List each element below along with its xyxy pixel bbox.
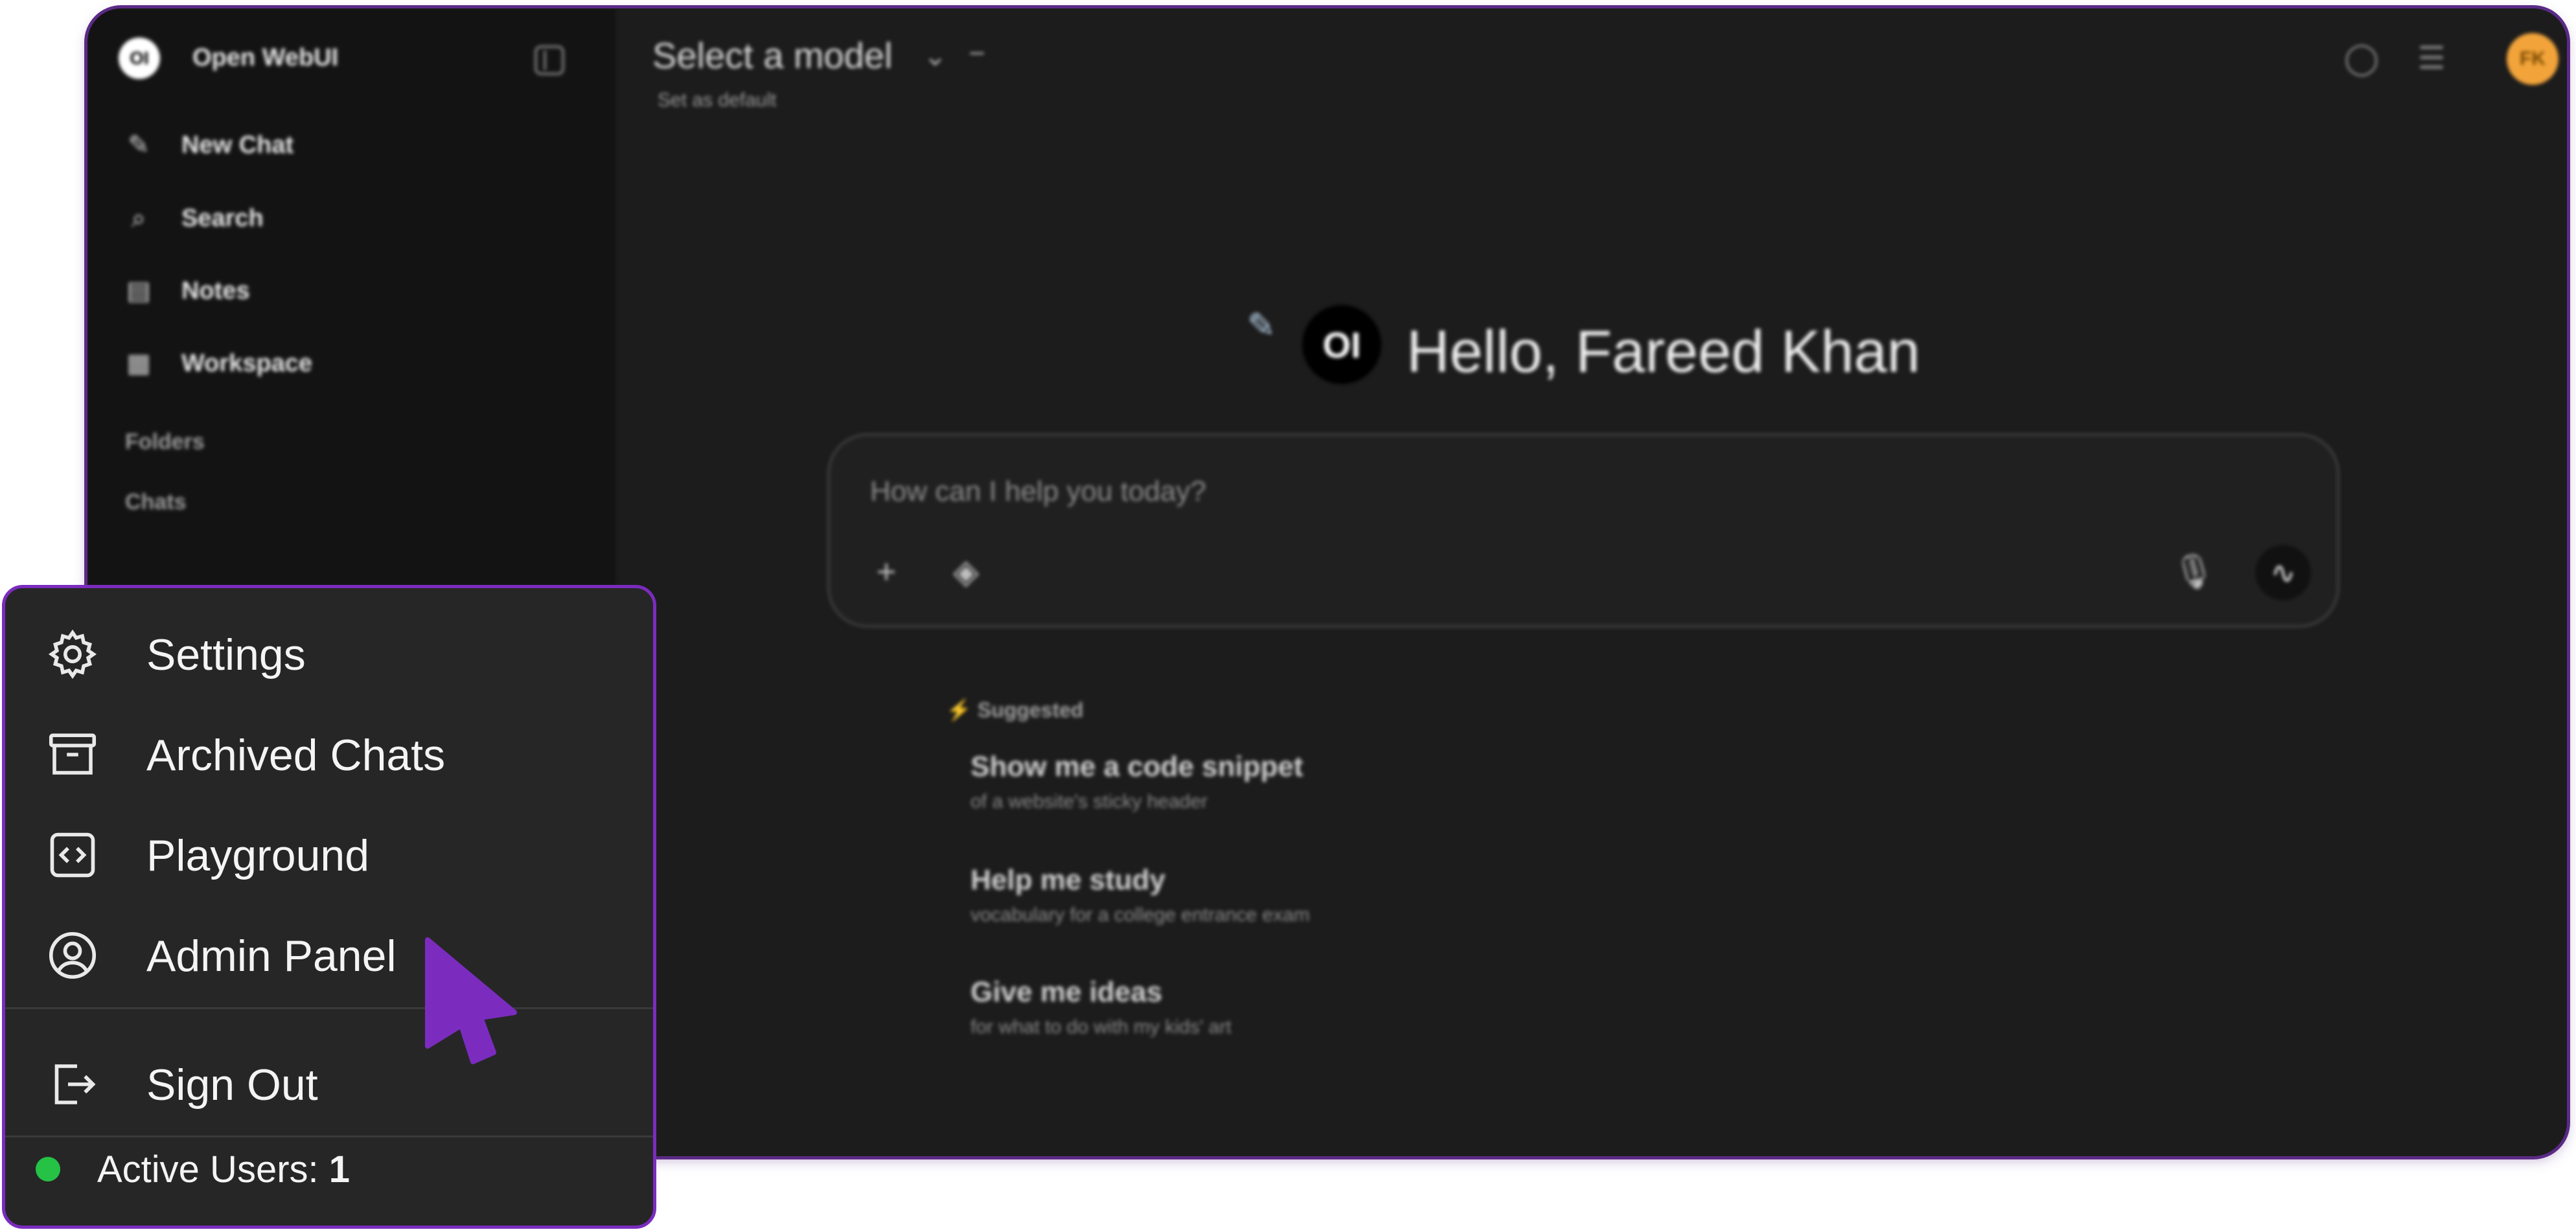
active-users-label: Active Users: xyxy=(97,1148,319,1191)
set-default-link[interactable]: Set as default xyxy=(658,89,776,111)
suggested-label: ⚡ Suggested xyxy=(946,698,1084,722)
suggested-label-text: Suggested xyxy=(977,698,1084,722)
tools-icon[interactable]: ◈ xyxy=(943,549,989,595)
active-status-dot xyxy=(36,1157,60,1181)
chat-input[interactable] xyxy=(869,472,2232,512)
sidebar-toggle-icon[interactable] xyxy=(535,45,564,75)
search-icon: ⌕ xyxy=(131,204,146,233)
chats-section-label[interactable]: Chats xyxy=(125,490,186,515)
brand-name: Open WebUI xyxy=(192,44,339,71)
sidebar-item-label: Workspace xyxy=(181,349,313,377)
mouse-cursor-icon xyxy=(425,937,517,1064)
chevron-down-icon[interactable]: ⌄ xyxy=(923,40,947,73)
active-users-count: 1 xyxy=(328,1148,351,1191)
suggestion-item[interactable]: Give me ideas for what to do with my kid… xyxy=(971,976,1232,1038)
edit-icon: ✎ xyxy=(128,131,150,159)
add-model-icon[interactable]: − xyxy=(969,38,985,70)
chat-input-box: + ◈ 🎙 ∿ xyxy=(827,433,2340,628)
folders-section-label[interactable]: Folders xyxy=(125,429,205,455)
suggestion-subtitle: of a website's sticky header xyxy=(971,791,1208,812)
sidebar-item-search[interactable]: ⌕ Search xyxy=(123,199,264,238)
greeting: Hello, Fareed Khan xyxy=(1407,319,1920,385)
model-selector[interactable]: Select a model xyxy=(652,34,892,76)
suggestion-title: Show me a code snippet xyxy=(971,751,1304,782)
menu-item-label: Admin Panel xyxy=(146,931,397,981)
sidebar-item-notes[interactable]: ▤ Notes xyxy=(123,271,250,310)
menu-divider xyxy=(5,1007,653,1009)
user-circle-icon xyxy=(49,931,97,979)
menu-item-label: Archived Chats xyxy=(146,731,446,780)
menu-item-playground[interactable]: Playground xyxy=(5,811,653,889)
active-users: Active Users: 1 xyxy=(97,1148,350,1191)
suggestion-item[interactable]: Show me a code snippet of a website's st… xyxy=(971,751,1303,813)
menu-item-archived-chats[interactable]: Archived Chats xyxy=(5,711,653,788)
sidebar-item-workspace[interactable]: ▦ Workspace xyxy=(123,344,312,383)
notes-icon: ▤ xyxy=(126,277,151,305)
suggestion-subtitle: for what to do with my kids' art xyxy=(971,1016,1232,1038)
suggestion-title: Help me study xyxy=(971,864,1166,896)
sidebar-item-label: Notes xyxy=(181,277,250,304)
plus-icon[interactable]: + xyxy=(864,549,909,595)
model-image-icon: ✎ xyxy=(1247,307,1276,345)
controls-icon[interactable]: ☰ xyxy=(2413,41,2450,77)
voice-mode-icon[interactable]: ∿ xyxy=(2255,545,2311,600)
menu-item-settings[interactable]: Settings xyxy=(5,610,653,688)
menu-item-sign-out[interactable]: Sign Out xyxy=(5,1040,653,1118)
menu-item-label: Sign Out xyxy=(146,1060,318,1110)
avatar[interactable]: FK xyxy=(2507,33,2559,85)
menu-divider xyxy=(5,1135,653,1137)
suggestion-title: Give me ideas xyxy=(971,976,1162,1008)
brand-logo[interactable]: OI xyxy=(119,38,160,79)
menu-item-label: Settings xyxy=(146,630,306,679)
sidebar-item-label: New Chat xyxy=(181,131,294,159)
archive-icon xyxy=(49,733,97,775)
model-logo: OI xyxy=(1302,305,1381,384)
menu-item-admin-panel[interactable]: Admin Panel xyxy=(5,911,653,989)
microphone-icon[interactable]: 🎙 xyxy=(2171,549,2216,595)
user-menu: Settings Archived Chats Playground Admin… xyxy=(2,585,656,1229)
menu-item-label: Playground xyxy=(146,831,370,880)
sidebar-item-label: Search xyxy=(181,204,264,232)
circle-icon[interactable]: ◯ xyxy=(2343,41,2380,77)
gear-icon xyxy=(48,629,97,679)
sign-out-icon xyxy=(54,1064,96,1104)
sidebar-item-new-chat[interactable]: ✎ New Chat xyxy=(123,126,293,165)
code-icon xyxy=(50,832,95,878)
suggestion-subtitle: vocabulary for a college entrance exam xyxy=(971,904,1310,926)
suggestion-item[interactable]: Help me study vocabulary for a college e… xyxy=(971,864,1310,926)
grid-icon: ▦ xyxy=(126,349,151,378)
